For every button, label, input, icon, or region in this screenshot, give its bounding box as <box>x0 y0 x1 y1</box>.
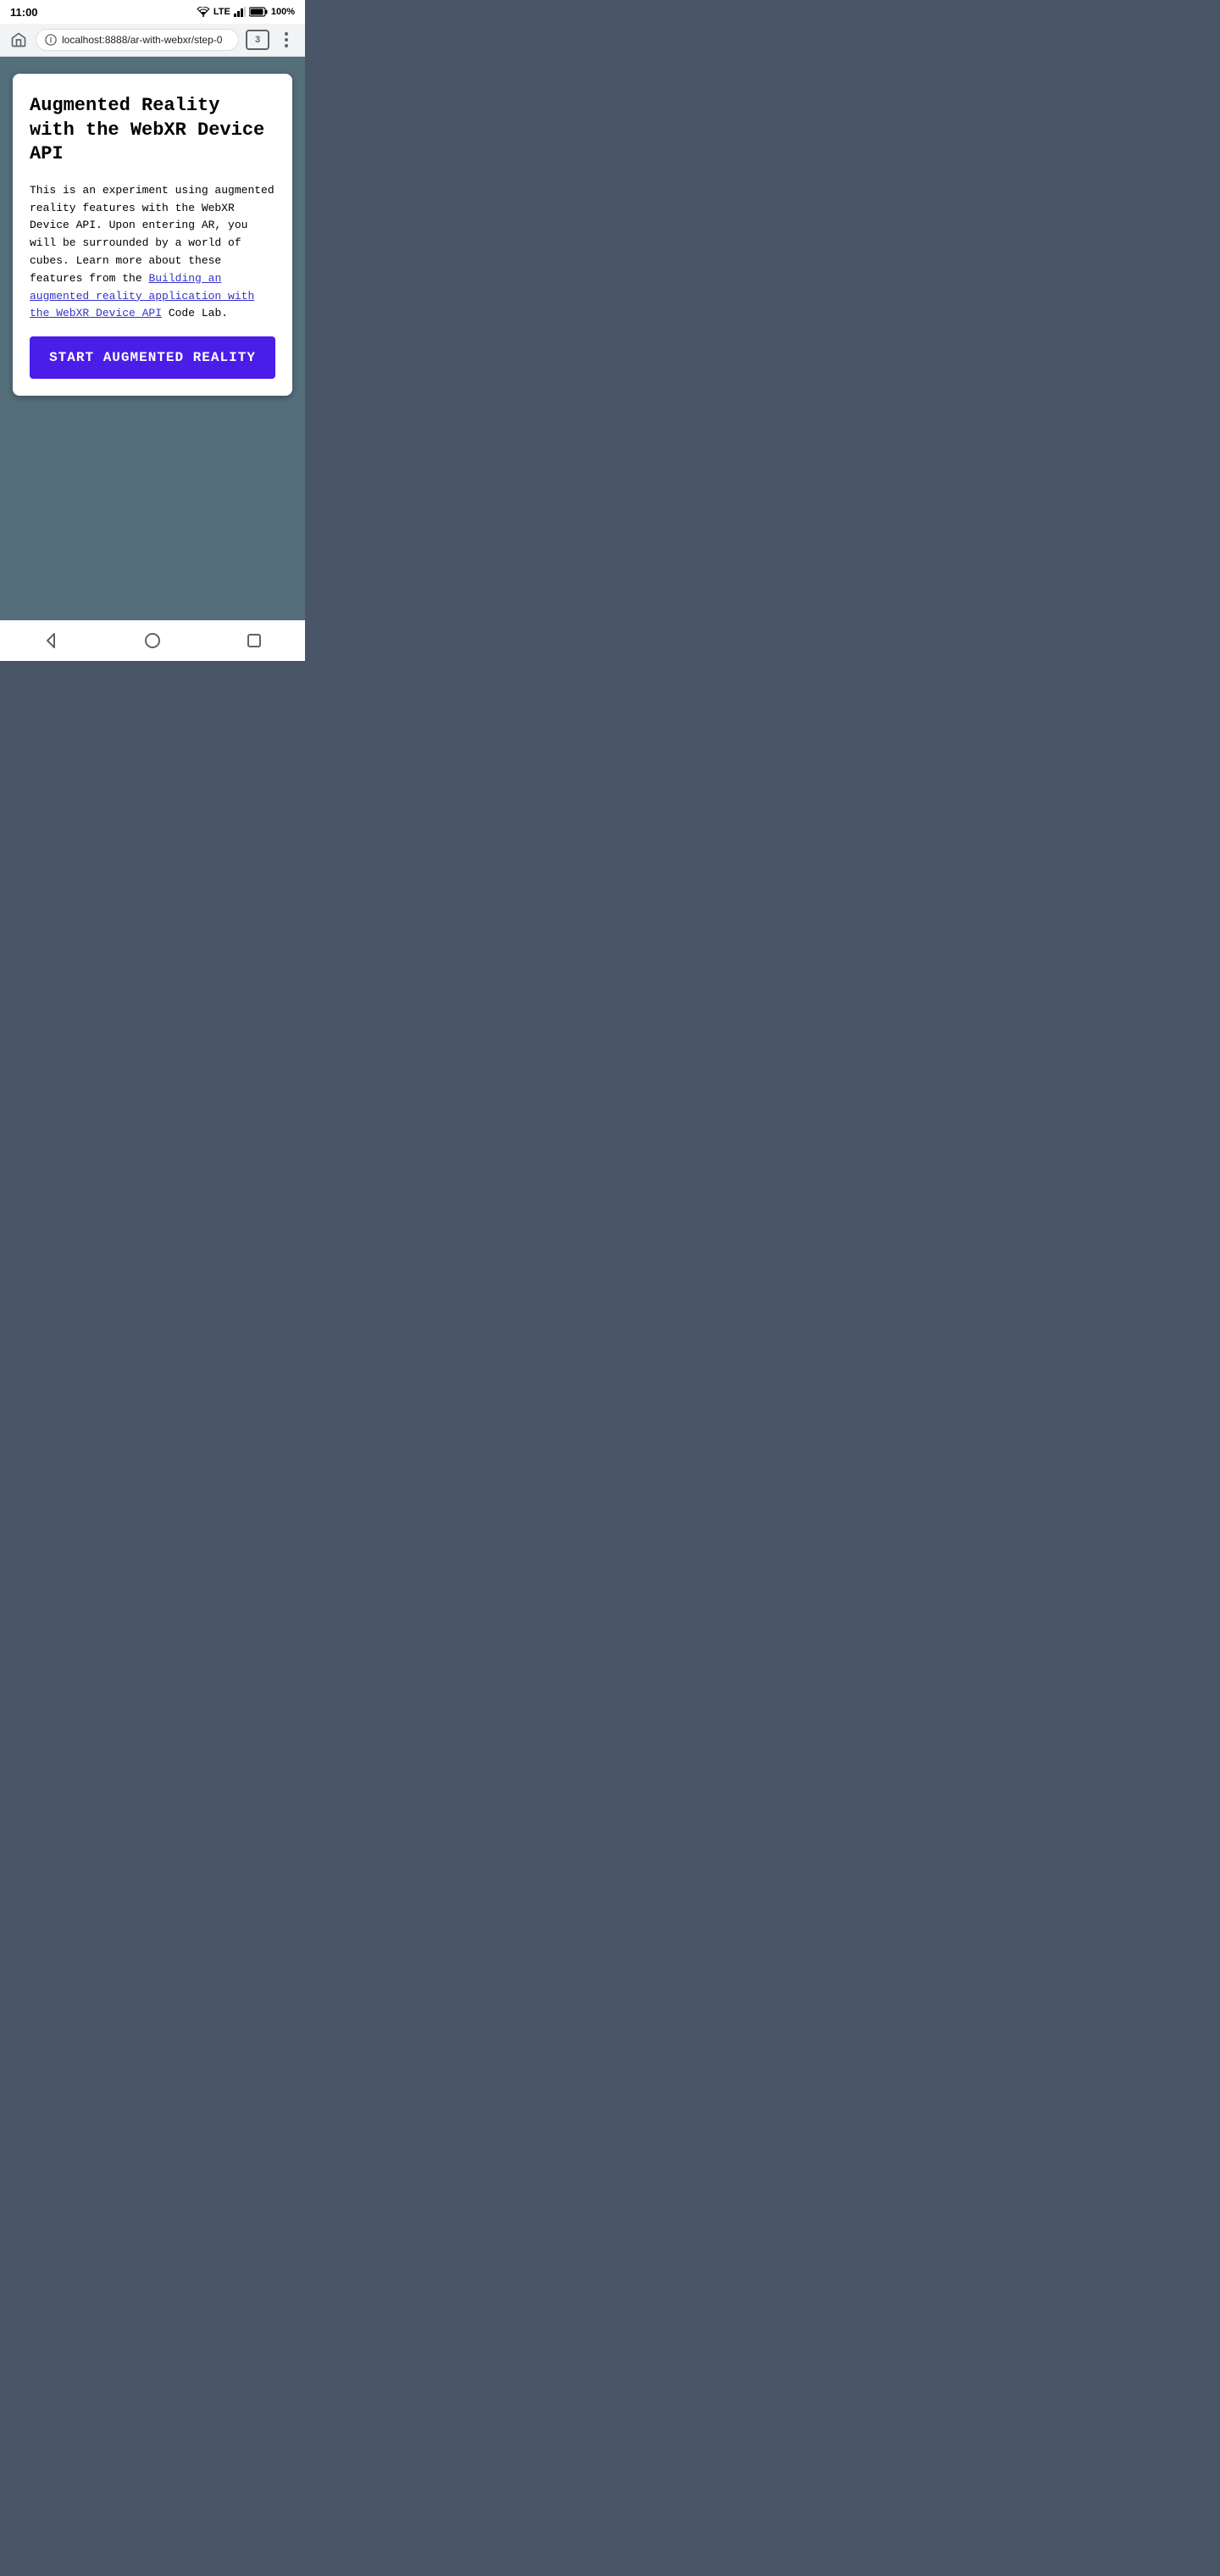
status-icons: LTE 100% <box>197 7 295 17</box>
info-icon <box>45 34 57 46</box>
menu-dot-1 <box>285 32 288 36</box>
menu-button[interactable] <box>276 30 297 50</box>
menu-dot-3 <box>285 44 288 47</box>
status-time: 11:00 <box>10 6 38 19</box>
address-text: localhost:8888/ar-with-webxr/step-0 <box>62 34 222 46</box>
back-icon <box>42 632 59 649</box>
description-before-link: This is an experiment using augmented re… <box>30 184 274 285</box>
tabs-button[interactable]: 3 <box>246 30 269 50</box>
battery-label: 100% <box>271 7 295 17</box>
description-after-link: Code Lab. <box>162 307 228 319</box>
home-nav-button[interactable] <box>132 620 173 661</box>
recents-icon <box>247 633 262 648</box>
lte-label: LTE <box>214 7 230 17</box>
main-content: Augmented Reality with the WebXR Device … <box>0 57 305 620</box>
status-bar: 11:00 LTE 100% <box>0 0 305 24</box>
signal-icon <box>234 7 246 17</box>
recents-button[interactable] <box>234 620 274 661</box>
battery-icon <box>249 7 268 17</box>
address-bar[interactable]: localhost:8888/ar-with-webxr/step-0 <box>36 29 239 51</box>
browser-chrome: localhost:8888/ar-with-webxr/step-0 3 <box>0 24 305 57</box>
nav-bar <box>0 620 305 661</box>
home-button[interactable] <box>8 30 29 50</box>
menu-dot-2 <box>285 38 288 42</box>
card-title: Augmented Reality with the WebXR Device … <box>30 94 275 167</box>
card-description: This is an experiment using augmented re… <box>30 182 275 323</box>
home-nav-icon <box>144 632 161 649</box>
start-ar-button[interactable]: START AUGMENTED REALITY <box>30 336 275 379</box>
wifi-icon <box>197 7 210 17</box>
content-card: Augmented Reality with the WebXR Device … <box>13 74 292 396</box>
back-button[interactable] <box>30 620 71 661</box>
